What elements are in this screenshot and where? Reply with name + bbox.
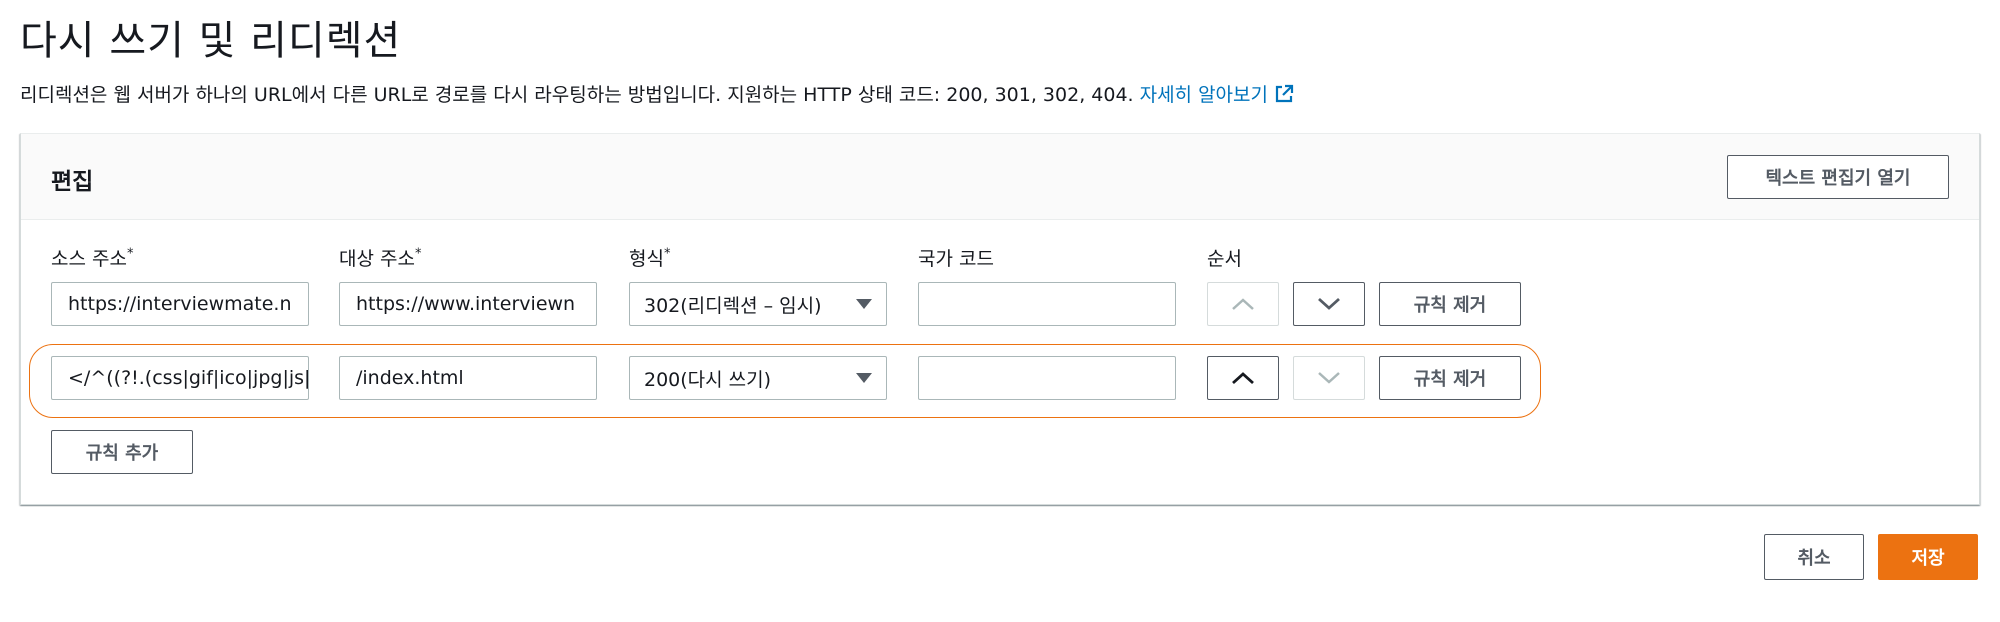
panel-title: 편집 — [51, 169, 94, 195]
move-down-button[interactable] — [1293, 356, 1365, 400]
country-code-input[interactable] — [918, 356, 1176, 400]
save-button[interactable]: 저장 — [1878, 534, 1978, 580]
learn-more-link[interactable]: 자세히 알아보기 — [1140, 84, 1294, 106]
page-description: 리디렉션은 웹 서버가 하나의 URL에서 다른 URL로 경로를 다시 라우팅… — [20, 80, 1294, 107]
required-mark: * — [663, 246, 671, 262]
move-up-button[interactable] — [1207, 282, 1279, 326]
redirect-type-value: 302(리디렉션 – 임시) — [644, 294, 822, 317]
chevron-up-icon — [1232, 298, 1254, 310]
required-mark: * — [414, 246, 422, 262]
country-code-label: 국가 코드 — [918, 248, 994, 270]
panel-header: 편집 텍스트 편집기 열기 — [21, 134, 1979, 220]
remove-rule-button[interactable]: 규칙 제거 — [1379, 356, 1521, 400]
caret-down-icon — [856, 299, 872, 309]
move-down-button[interactable] — [1293, 282, 1365, 326]
external-link-icon — [1275, 84, 1294, 103]
description-text: 리디렉션은 웹 서버가 하나의 URL에서 다른 URL로 경로를 다시 라우팅… — [20, 84, 1134, 106]
learn-more-label: 자세히 알아보기 — [1139, 84, 1268, 106]
required-mark: * — [126, 246, 134, 262]
target-address-label: 대상 주소* — [339, 244, 421, 271]
open-text-editor-button[interactable]: 텍스트 편집기 열기 — [1727, 155, 1949, 199]
redirect-type-select[interactable]: 200(다시 쓰기) — [629, 356, 887, 400]
redirect-type-select[interactable]: 302(리디렉션 – 임시) — [629, 282, 887, 326]
chevron-down-icon — [1318, 297, 1340, 310]
chevron-up-icon — [1232, 372, 1254, 385]
order-label: 순서 — [1207, 248, 1242, 270]
caret-down-icon — [856, 373, 872, 383]
type-label-text: 형식 — [629, 248, 664, 270]
target-address-input[interactable]: https://www.interviewn — [339, 282, 597, 326]
type-label: 형식* — [629, 244, 670, 271]
cancel-button[interactable]: 취소 — [1764, 534, 1864, 580]
remove-rule-button[interactable]: 규칙 제거 — [1379, 282, 1521, 326]
redirect-rules-panel: 편집 텍스트 편집기 열기 소스 주소* 대상 주소* 형식* 국가 코드 순서… — [20, 133, 1980, 505]
target-label-text: 대상 주소 — [339, 248, 415, 270]
chevron-down-icon — [1318, 372, 1340, 384]
target-address-input[interactable]: /index.html — [339, 356, 597, 400]
source-address-label: 소스 주소* — [51, 244, 133, 271]
country-code-input[interactable] — [918, 282, 1176, 326]
source-address-input[interactable]: https://interviewmate.n — [51, 282, 309, 326]
move-up-button[interactable] — [1207, 356, 1279, 400]
page-title: 다시 쓰기 및 리디렉션 — [20, 18, 402, 64]
redirect-type-value: 200(다시 쓰기) — [644, 368, 772, 391]
add-rule-button[interactable]: 규칙 추가 — [51, 430, 193, 474]
source-label-text: 소스 주소 — [51, 248, 127, 270]
source-address-input[interactable]: </^((?!.(css|gif|ico|jpg|js| — [51, 356, 309, 400]
